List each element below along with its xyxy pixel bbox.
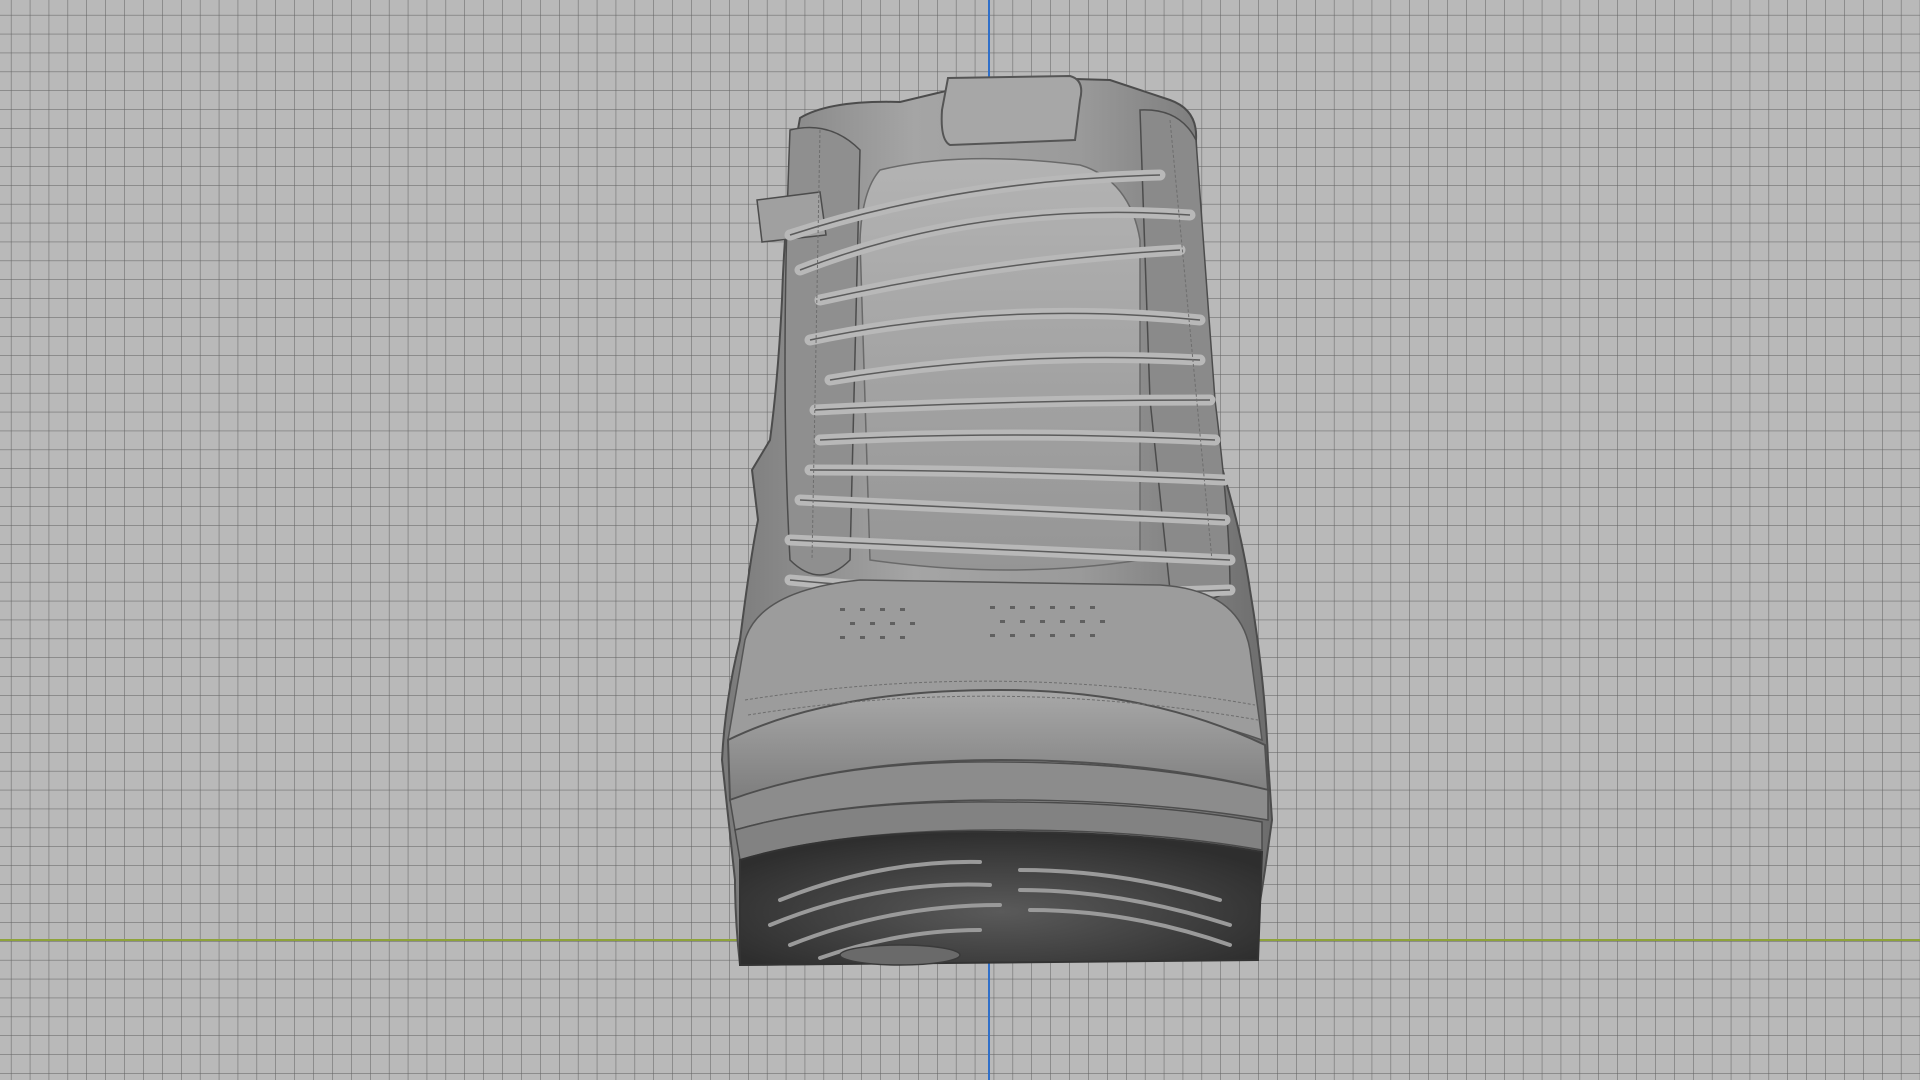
sneaker-model[interactable] — [720, 74, 1274, 967]
viewport-canvas[interactable] — [0, 0, 1920, 1080]
outsole — [739, 830, 1264, 967]
outsole-center-pod — [839, 944, 961, 966]
shoe-collar — [940, 74, 1083, 147]
3d-viewport[interactable] — [0, 0, 1920, 1080]
